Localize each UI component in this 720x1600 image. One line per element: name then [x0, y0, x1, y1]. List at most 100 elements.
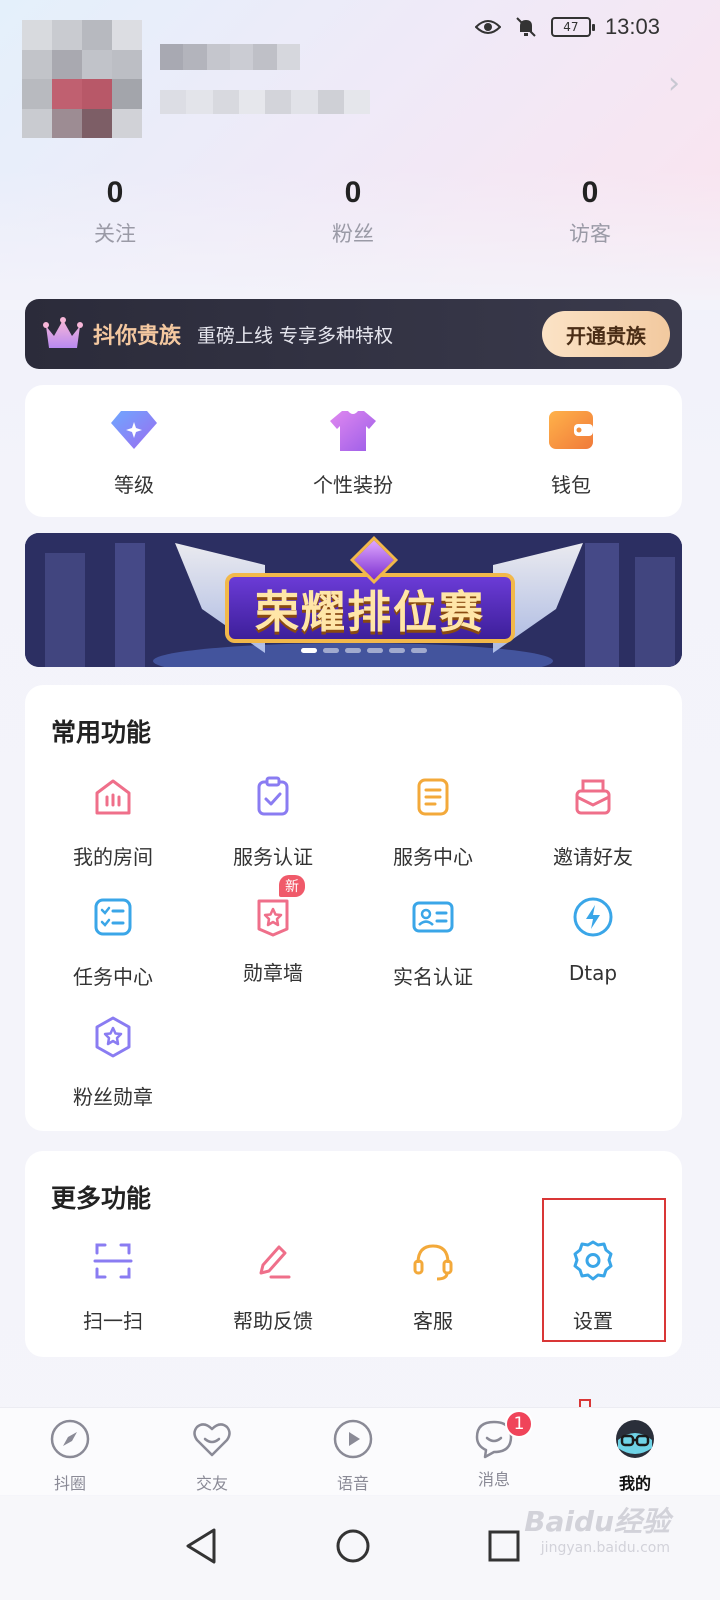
function-customer-service[interactable]: 客服 — [353, 1239, 513, 1334]
avatar[interactable] — [22, 20, 142, 138]
function-task-center[interactable]: 任务中心 — [33, 895, 193, 990]
function-medal-wall[interactable]: 新 勋章墙 — [193, 875, 353, 986]
stat-visitors[interactable]: 0 访客 — [510, 176, 670, 248]
document-icon — [417, 778, 449, 816]
function-invite-friends[interactable]: 邀请好友 — [513, 775, 673, 870]
battery-indicator: 47 — [550, 17, 595, 37]
tab-voice[interactable]: 语音 — [303, 1418, 403, 1494]
stat-following[interactable]: 0 关注 — [35, 176, 195, 248]
id-card-icon — [412, 901, 454, 933]
headset-icon — [413, 1244, 453, 1281]
quick-item-dressup[interactable]: 个性装扮 — [263, 407, 443, 498]
tab-mine[interactable]: 我的 — [585, 1418, 685, 1494]
stat-label: 粉丝 — [332, 222, 374, 246]
status-bar: 47 13:03 — [474, 10, 660, 44]
function-fan-badge[interactable]: 粉丝勋章 — [33, 1015, 193, 1110]
function-label: 服务认证 — [233, 845, 313, 869]
function-real-name[interactable]: 实名认证 — [353, 895, 513, 990]
noble-subtitle: 重磅上线 专享多种特权 — [197, 324, 394, 347]
page-dot — [367, 648, 383, 653]
stat-fans[interactable]: 0 粉丝 — [273, 176, 433, 248]
open-noble-button[interactable]: 开通贵族 — [542, 311, 670, 357]
user-id-censored — [160, 90, 370, 114]
section-title: 常用功能 — [51, 718, 152, 747]
annotation-highlight-box — [542, 1198, 666, 1342]
tab-douquan[interactable]: 抖圈 — [20, 1418, 120, 1494]
promo-banner[interactable]: 荣耀排位赛 — [25, 533, 682, 667]
noble-banner[interactable]: 抖你贵族 重磅上线 专享多种特权 开通贵族 — [25, 299, 682, 369]
tab-friends[interactable]: 交友 — [162, 1418, 262, 1494]
quick-label: 个性装扮 — [313, 473, 393, 497]
function-label: 邀请好友 — [553, 845, 633, 869]
stat-label: 访客 — [569, 222, 611, 246]
eye-icon — [474, 18, 501, 36]
invite-mail-icon — [575, 779, 611, 815]
quick-label: 等级 — [114, 473, 154, 497]
level-diamond-icon — [111, 411, 157, 449]
clock: 13:03 — [604, 14, 660, 39]
pencil-icon — [259, 1245, 291, 1279]
quick-item-wallet[interactable]: 钱包 — [481, 407, 661, 498]
banner-title: 荣耀排位赛 — [225, 573, 515, 643]
function-label: 服务中心 — [393, 845, 473, 869]
function-service-center[interactable]: 服务中心 — [353, 775, 513, 870]
task-list-icon — [94, 898, 132, 936]
section-title: 更多功能 — [51, 1184, 152, 1213]
home-circle-icon[interactable] — [331, 1524, 375, 1568]
chevron-right-icon[interactable]: › — [668, 66, 680, 101]
page-dot — [411, 648, 427, 653]
recents-square-icon[interactable] — [482, 1524, 526, 1568]
unread-badge: 1 — [505, 1410, 533, 1438]
function-label: 勋章墙 — [243, 961, 303, 985]
chat-icon-wrap: 1 — [473, 1410, 533, 1460]
page-dot — [345, 648, 361, 653]
page-dot — [301, 648, 317, 653]
compass-icon — [50, 1419, 90, 1459]
tab-label: 我的 — [618, 1474, 651, 1493]
mute-bell-icon — [515, 16, 537, 38]
heart-icon — [193, 1423, 231, 1457]
wallet-icon — [549, 411, 593, 449]
function-label: 任务中心 — [73, 965, 153, 989]
page-dot — [323, 648, 339, 653]
function-my-room[interactable]: 我的房间 — [33, 775, 193, 870]
function-label: 我的房间 — [73, 845, 153, 869]
function-help-feedback[interactable]: 帮助反馈 — [193, 1239, 353, 1334]
lightning-icon — [573, 897, 613, 937]
function-label: Dtap — [568, 961, 618, 985]
tab-label: 交友 — [195, 1474, 228, 1493]
watermark-brand: Baidu经验 — [524, 1505, 670, 1538]
tshirt-icon — [330, 411, 376, 451]
tab-label: 语音 — [336, 1474, 369, 1493]
stat-value: 0 — [344, 176, 362, 209]
quick-item-level[interactable]: 等级 — [44, 407, 224, 498]
quick-actions-card: 等级 个性装扮 钱包 — [25, 385, 682, 517]
watermark-domain: jingyan.baidu.com — [540, 1540, 670, 1556]
back-triangle-icon[interactable] — [180, 1524, 224, 1568]
nickname-censored — [160, 44, 300, 70]
medal-star-icon — [257, 899, 289, 937]
play-icon — [333, 1419, 373, 1459]
crown-icon — [43, 317, 83, 348]
tab-label: 消息 — [477, 1470, 510, 1489]
function-label: 粉丝勋章 — [73, 1085, 153, 1109]
tab-messages[interactable]: 1 消息 — [444, 1410, 544, 1490]
avatar-icon — [616, 1420, 654, 1458]
tab-label: 抖圈 — [53, 1474, 86, 1493]
function-dtap[interactable]: Dtap — [513, 895, 673, 985]
function-label: 实名认证 — [393, 965, 473, 989]
function-service-cert[interactable]: 服务认证 — [193, 775, 353, 870]
function-label: 扫一扫 — [83, 1309, 143, 1333]
function-label: 帮助反馈 — [233, 1309, 313, 1333]
page-dot — [389, 648, 405, 653]
function-scan[interactable]: 扫一扫 — [33, 1239, 193, 1334]
function-label: 客服 — [413, 1309, 453, 1333]
scan-icon — [93, 1243, 133, 1279]
baidu-watermark: Baidu经验 jingyan.baidu.com — [524, 1500, 670, 1556]
common-functions-card: 常用功能 我的房间 服务认证 服务中心 邀请好友 任务中心 新 勋章墙 实名认证… — [25, 685, 682, 1131]
profile-stats: 0 关注 0 粉丝 0 访客 — [0, 176, 720, 256]
stat-label: 关注 — [94, 222, 136, 246]
battery-level: 47 — [563, 20, 579, 34]
new-badge: 新 — [279, 875, 305, 897]
room-icon — [95, 779, 131, 815]
